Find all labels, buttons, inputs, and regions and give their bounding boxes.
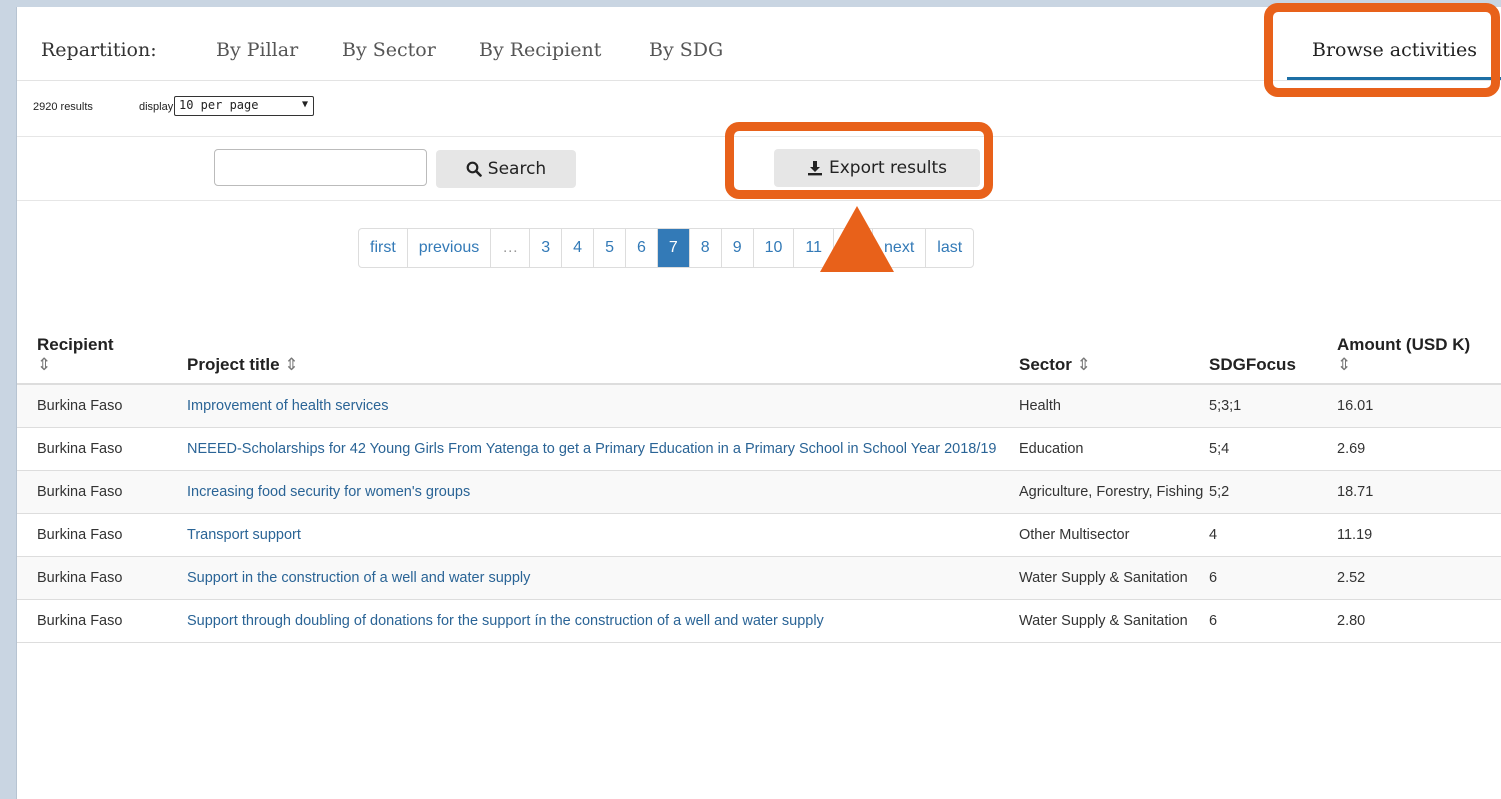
header-sdg-focus[interactable]: SDGFocus [1209,335,1337,385]
cell-amount: 2.52 [1337,556,1501,600]
page-previous[interactable]: previous [408,229,492,267]
cell-sector: Agriculture, Forestry, Fishing [1019,470,1209,514]
tab-by-sdg[interactable]: By SDG [649,39,723,61]
cell-recipient: Burkina Faso [17,427,167,471]
project-title-link[interactable]: Support through doubling of donations fo… [187,613,824,629]
cell-recipient: Burkina Faso [17,556,167,600]
cell-sdg: 5;4 [1209,427,1337,471]
table-row: Burkina Faso Increasing food security fo… [17,470,1501,514]
header-sector[interactable]: Sector ⇕ [1019,335,1209,385]
cell-sdg: 6 [1209,556,1337,600]
page-7-active[interactable]: 7 [657,229,690,267]
sort-icon: ⇕ [1076,355,1091,374]
pointer-arrow-icon [820,206,894,272]
table-header-row: Recipient ⇕ Project title ⇕ Sector ⇕ SDGF… [17,335,1501,385]
page-3[interactable]: 3 [530,229,563,267]
cell-amount: 16.01 [1337,384,1501,428]
cell-recipient: Burkina Faso [17,599,167,643]
cell-sdg: 6 [1209,599,1337,643]
tab-browse-activities[interactable]: Browse activities [1287,39,1501,61]
repartition-label: Repartition: [41,39,157,61]
results-bar: 2920 results display 10 per page ▼ [17,80,1501,137]
per-page-value: 10 per page [179,98,259,112]
cell-recipient: Burkina Faso [17,513,167,557]
repartition-tab-bar: Repartition: By Pillar By Sector By Reci… [17,7,1501,81]
page-first[interactable]: first [359,229,408,267]
tab-by-recipient[interactable]: By Recipient [479,39,601,61]
cell-sdg: 5;2 [1209,470,1337,514]
page-5[interactable]: 5 [594,229,626,267]
project-title-link[interactable]: Increasing food security for women's gro… [187,484,470,500]
cell-sector: Other Multisector [1019,513,1209,557]
header-project-title[interactable]: Project title ⇕ [167,335,1019,385]
per-page-select[interactable]: 10 per page ▼ [174,96,314,116]
cell-recipient: Burkina Faso [17,470,167,514]
search-button-label: Search [487,159,547,179]
search-icon [466,161,482,177]
table-row: Burkina Faso Transport support Other Mul… [17,513,1501,557]
header-amount[interactable]: Amount (USD K) ⇕ [1337,335,1501,385]
page-4[interactable]: 4 [562,229,595,267]
download-icon [807,161,822,176]
page-9[interactable]: 9 [722,229,754,267]
project-title-link[interactable]: Improvement of health services [187,398,388,414]
activities-table: Recipient ⇕ Project title ⇕ Sector ⇕ SDGF… [17,335,1501,643]
tab-by-pillar[interactable]: By Pillar [216,39,298,61]
search-button[interactable]: Search [436,150,576,188]
search-input[interactable] [214,149,427,186]
cell-amount: 11.19 [1337,513,1501,557]
project-title-link[interactable]: NEEED-Scholarships for 42 Young Girls Fr… [187,441,997,457]
cell-recipient: Burkina Faso [17,384,167,428]
table-row: Burkina Faso Support through doubling of… [17,599,1501,643]
page-8[interactable]: 8 [690,229,722,267]
cell-amount: 2.69 [1337,427,1501,471]
results-count: 2920 results [33,101,93,113]
export-button-label: Export results [828,158,947,178]
table-row: Burkina Faso Improvement of health servi… [17,384,1501,428]
cell-amount: 2.80 [1337,599,1501,643]
sort-icon: ⇕ [284,355,299,374]
table-row: Burkina Faso NEEED-Scholarships for 42 Y… [17,427,1501,471]
search-bar: Search Export results [17,136,1501,201]
export-results-button[interactable]: Export results [774,149,980,187]
cell-sector: Education [1019,427,1209,471]
cell-sector: Water Supply & Sanitation [1019,556,1209,600]
main-panel: Repartition: By Pillar By Sector By Reci… [16,3,1501,799]
tab-by-sector[interactable]: By Sector [342,39,436,61]
page-ellipsis: … [491,229,531,267]
cell-amount: 18.71 [1337,470,1501,514]
page-6[interactable]: 6 [626,229,658,267]
cell-sdg: 4 [1209,513,1337,557]
cell-sector: Water Supply & Sanitation [1019,599,1209,643]
header-recipient[interactable]: Recipient ⇕ [17,335,167,385]
cell-sdg: 5;3;1 [1209,384,1337,428]
page-last[interactable]: last [926,229,973,267]
project-title-link[interactable]: Transport support [187,527,301,543]
table-row: Burkina Faso Support in the construction… [17,556,1501,600]
project-title-link[interactable]: Support in the construction of a well an… [187,570,530,586]
chevron-down-icon: ▼ [301,99,308,110]
sort-icon: ⇕ [37,355,52,374]
display-label: display [139,101,174,113]
sort-icon: ⇕ [1337,355,1352,374]
page-10[interactable]: 10 [754,229,795,267]
cell-sector: Health [1019,384,1209,428]
